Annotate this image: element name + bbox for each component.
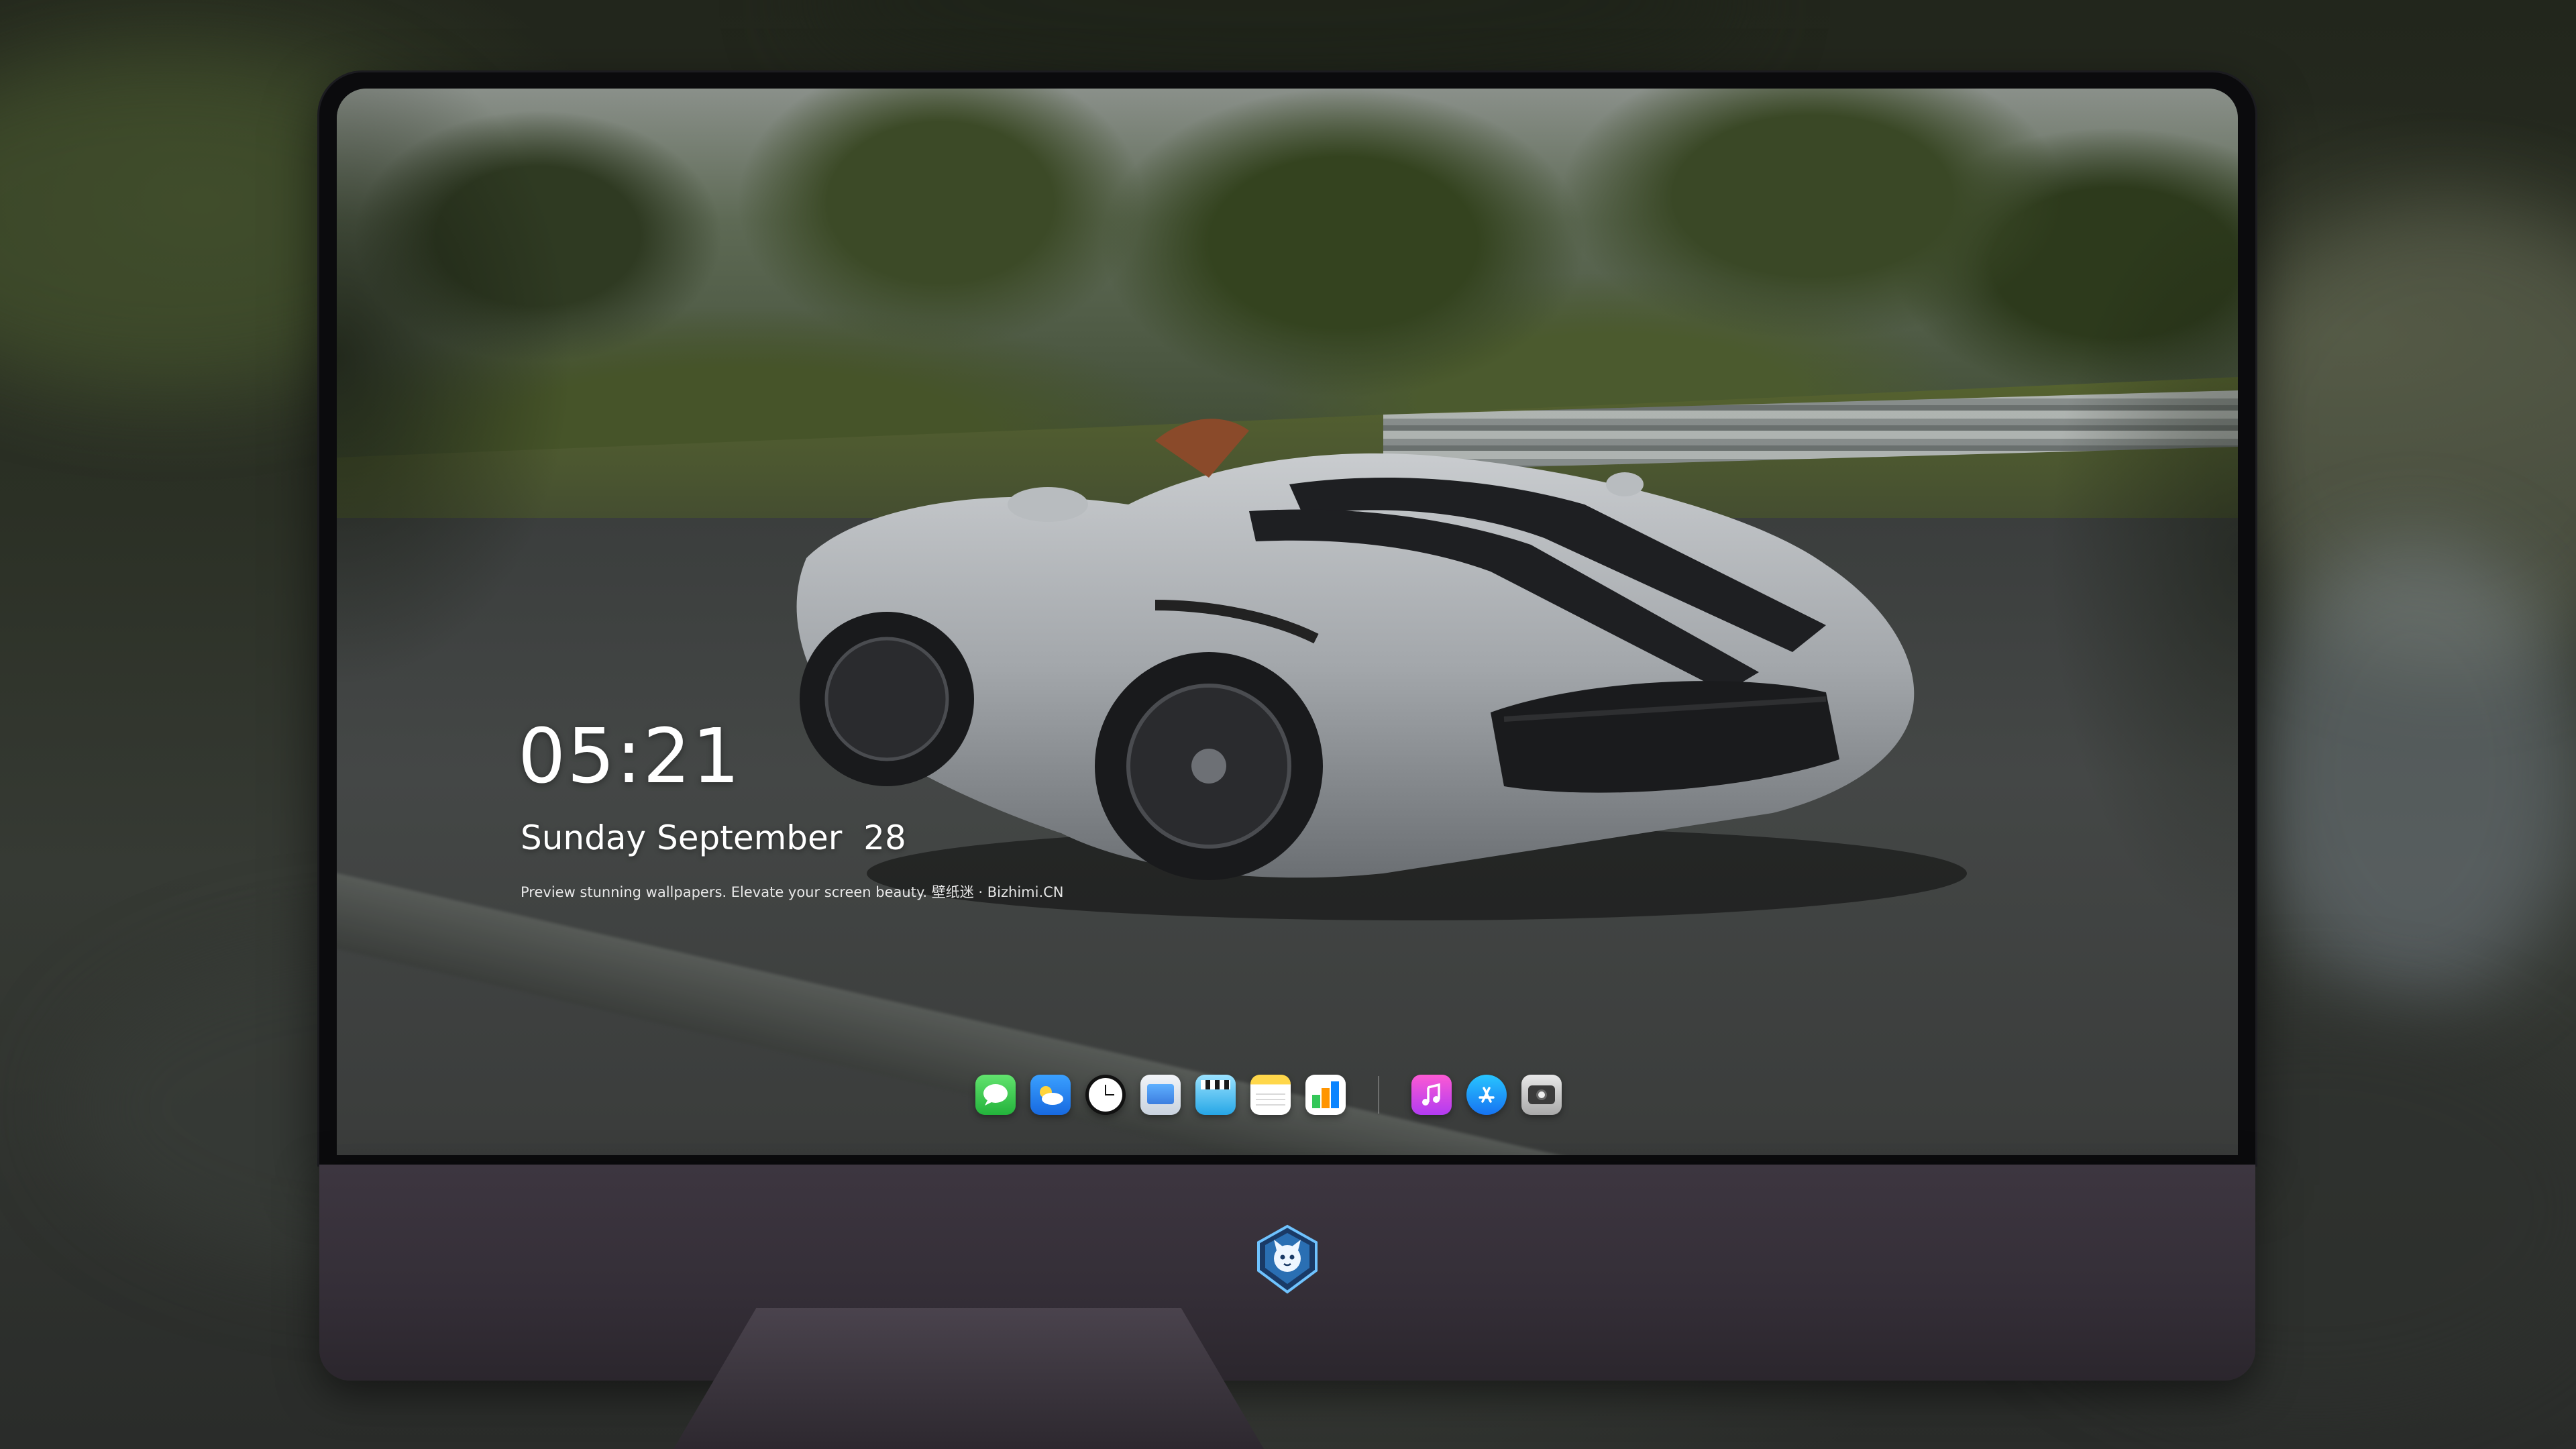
background-light [2247, 537, 2576, 1006]
camera-body [1528, 1085, 1555, 1104]
lock-screen-tagline: Preview stunning wallpapers. Elevate you… [521, 884, 1064, 900]
monitor-stand [674, 1308, 1264, 1449]
blurred-background: 05:21 Sunday September 28 Preview stunni… [0, 0, 2576, 1449]
wallpaper-vignette [337, 89, 2238, 1155]
clock-face [1089, 1078, 1122, 1112]
clock-icon[interactable] [1085, 1075, 1126, 1115]
numbers-icon[interactable] [1305, 1075, 1346, 1115]
desktop-monitor: 05:21 Sunday September 28 Preview stunni… [319, 72, 2255, 1449]
app-store-icon[interactable] [1466, 1075, 1507, 1115]
messages-icon[interactable] [975, 1075, 1016, 1115]
music-icon[interactable] [1411, 1075, 1452, 1115]
shield-cat-logo-icon [1257, 1224, 1318, 1294]
app-dock [975, 1068, 1562, 1122]
notes-icon[interactable] [1250, 1075, 1291, 1115]
camera-icon[interactable] [1521, 1075, 1562, 1115]
preview-icon[interactable] [1140, 1075, 1181, 1115]
lock-screen-date: Sunday September 28 [521, 818, 906, 857]
dock-separator [1378, 1076, 1379, 1114]
lock-screen[interactable]: 05:21 Sunday September 28 Preview stunni… [337, 89, 2238, 1155]
lock-screen-time: 05:21 [518, 713, 741, 800]
clips-icon[interactable] [1195, 1075, 1236, 1115]
monitor-bezel: 05:21 Sunday September 28 Preview stunni… [319, 72, 2255, 1165]
monitor-chin [319, 1165, 2255, 1381]
weather-icon[interactable] [1030, 1075, 1071, 1115]
